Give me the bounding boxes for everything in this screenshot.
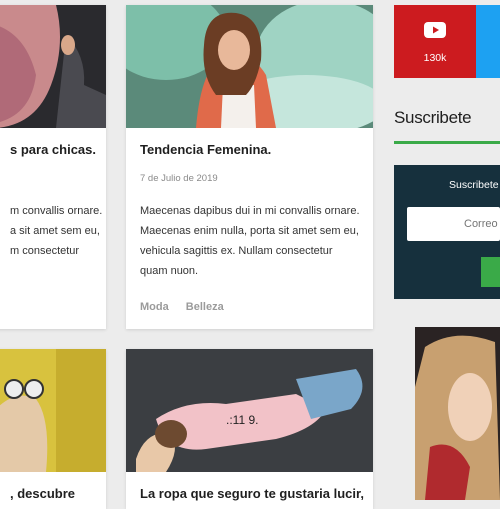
twitter-tile[interactable] [476,5,500,78]
post-image[interactable] [0,349,106,472]
sidebar-photo[interactable] [415,327,500,500]
subscribe-box: Suscribete [394,165,500,299]
post-excerpt: Maecenas dapibus dui in mi convallis orn… [140,201,366,281]
post-image[interactable] [126,5,373,128]
social-tiles: 130k [394,5,500,78]
post-image[interactable]: .:11 9. [126,349,373,472]
post-title[interactable]: s para chicas. [10,142,96,157]
youtube-icon [424,22,446,38]
post-tags: Moda Belleza [140,301,238,313]
excerpt-line: quam nuon. [140,265,199,277]
youtube-tile[interactable]: 130k [394,5,476,78]
email-input[interactable] [407,207,500,241]
post-title[interactable]: Tendencia Femenina. [140,142,271,157]
subscribe-heading: Suscribete [394,108,472,127]
excerpt-line: Maecenas dapibus dui in mi convallis orn… [140,205,360,217]
subscribe-label: Suscribete [449,179,499,191]
post-title[interactable]: La ropa que seguro te gustaria lucir, [140,486,364,501]
youtube-count: 130k [423,52,447,64]
excerpt-line: Maecenas enim nulla, porta sit amet sem … [140,225,359,237]
subscribe-button[interactable] [481,257,500,287]
post-card[interactable]: .:11 9. La ropa que seguro te gustaria l… [126,349,373,509]
post-card[interactable]: , descubre [0,349,106,509]
post-card[interactable]: s para chicas. m convallis ornare. a sit… [0,5,106,329]
post-title[interactable]: , descubre [10,486,75,501]
post-card[interactable]: Tendencia Femenina. 7 de Julio de 2019 M… [126,5,373,329]
tag-link[interactable]: Belleza [186,301,224,313]
post-image[interactable] [0,5,106,128]
tag-link[interactable]: Moda [140,301,169,313]
heading-underline [394,141,500,144]
excerpt-line: vehicula sagittis ex. Nullam consectetur [140,245,333,257]
post-date: 7 de Julio de 2019 [140,173,218,184]
svg-text:.:11 9.: .:11 9. [226,413,258,427]
